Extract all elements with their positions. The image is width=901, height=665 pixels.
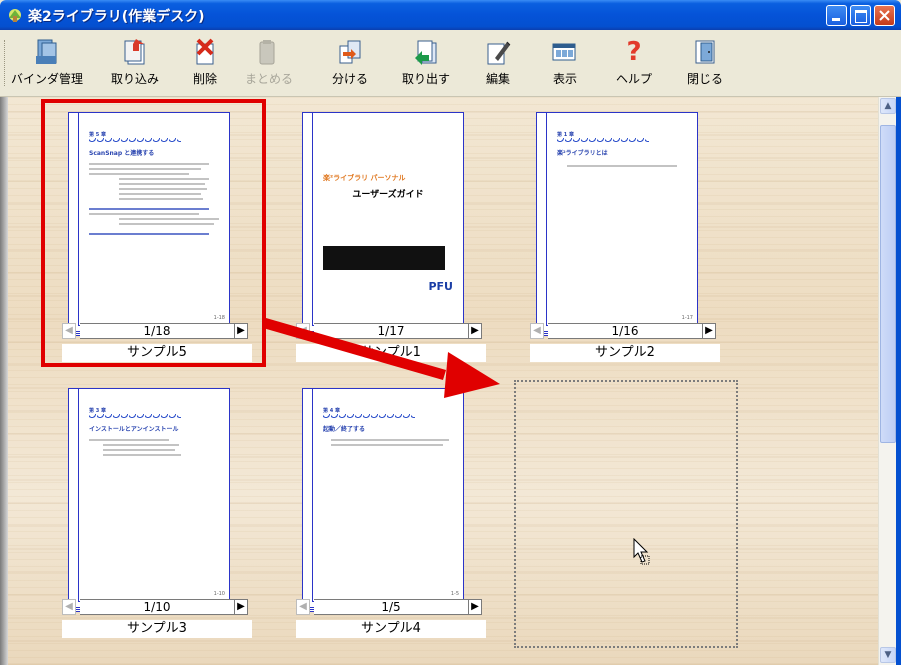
page-indicator: 1/10 bbox=[80, 599, 234, 615]
next-page-button[interactable]: ▶ bbox=[702, 323, 716, 339]
maximize-button[interactable] bbox=[850, 5, 871, 26]
split-icon bbox=[339, 40, 361, 64]
page-navigator: ◀ 1/17 ▶ bbox=[296, 323, 486, 341]
vertical-scrollbar[interactable]: ▲ ▼ bbox=[878, 97, 897, 665]
title-bar[interactable]: 楽2ライブラリ(作業デスク) bbox=[0, 0, 901, 30]
binder-sample4[interactable]: 第 4 章 起動／終了する 1-5 ◀ 1/5 ▶ サンプル4 bbox=[296, 384, 496, 654]
binder-cover-page: 第 3 章 インストールとアンインストール 1-10 bbox=[78, 388, 230, 602]
next-page-button[interactable]: ▶ bbox=[234, 599, 248, 615]
extract-button[interactable]: 取り出す bbox=[400, 38, 452, 90]
binder-cover-page: 第 1 章 楽²ライブラリとは 1-17 bbox=[546, 112, 698, 326]
binder-cover-page: 楽²ライブラリ パーソナル ユーザーズガイド PFU bbox=[312, 112, 464, 326]
binder-name[interactable]: サンプル1 bbox=[296, 344, 486, 362]
scroll-up-button[interactable]: ▲ bbox=[880, 98, 896, 114]
binder-name[interactable]: サンプル2 bbox=[530, 344, 720, 362]
minimize-icon bbox=[832, 18, 840, 21]
merge-button[interactable]: まとめる bbox=[245, 38, 293, 90]
toolbar-grip[interactable] bbox=[4, 40, 8, 86]
page-navigator: ◀ 1/16 ▶ bbox=[530, 323, 720, 341]
edit-button[interactable]: 編集 bbox=[478, 38, 518, 90]
view-icon bbox=[552, 43, 576, 61]
binder-sample3[interactable]: 第 3 章 インストールとアンインストール 1-10 ◀ 1/10 ▶ サンプル… bbox=[62, 384, 262, 654]
delete-button[interactable]: 削除 bbox=[185, 38, 225, 90]
window-border bbox=[896, 97, 901, 665]
split-button[interactable]: 分ける bbox=[330, 38, 370, 90]
prev-page-button[interactable]: ◀ bbox=[530, 323, 544, 339]
workspace-left-edge bbox=[0, 97, 8, 665]
minimize-button[interactable] bbox=[826, 5, 847, 26]
page-navigator: ◀ 1/5 ▶ bbox=[296, 599, 486, 617]
app-logo-icon bbox=[9, 9, 21, 22]
prev-page-button[interactable]: ◀ bbox=[62, 599, 76, 615]
prev-page-button[interactable]: ◀ bbox=[296, 599, 310, 615]
merge-icon bbox=[259, 40, 275, 65]
binder-cover-page: 第 4 章 起動／終了する 1-5 bbox=[312, 388, 464, 602]
close-icon bbox=[879, 10, 890, 21]
cover-brand: PFU bbox=[428, 280, 453, 293]
edit-icon bbox=[487, 41, 511, 65]
page-indicator: 1/5 bbox=[314, 599, 468, 615]
window-title: 楽2ライブラリ(作業デスク) bbox=[28, 9, 205, 25]
cover-title: インストールとアンインストール bbox=[89, 426, 179, 433]
scroll-down-button[interactable]: ▼ bbox=[880, 647, 896, 663]
cover-title: ユーザーズガイド bbox=[352, 190, 424, 200]
toolbar: バインダ管理 取り込み 削除 まとめる 分ける 取り出す 編集 表示 ? ヘルプ… bbox=[0, 30, 901, 97]
next-page-button[interactable]: ▶ bbox=[468, 323, 482, 339]
selection-highlight bbox=[41, 99, 266, 367]
prev-page-button[interactable]: ◀ bbox=[296, 323, 310, 339]
page-indicator: 1/16 bbox=[548, 323, 702, 339]
view-button[interactable]: 表示 bbox=[543, 38, 587, 90]
help-icon: ? bbox=[626, 38, 641, 66]
binder-manage-icon bbox=[36, 39, 57, 64]
page-navigator: ◀ 1/10 ▶ bbox=[62, 599, 252, 617]
import-button[interactable]: 取り込み bbox=[110, 38, 160, 90]
binder-sample2[interactable]: 第 1 章 楽²ライブラリとは 1-17 ◀ 1/16 ▶ サンプル2 bbox=[530, 108, 730, 378]
binder-manage-button[interactable]: バインダ管理 bbox=[10, 38, 84, 90]
binder-name[interactable]: サンプル3 bbox=[62, 620, 252, 638]
maximize-icon bbox=[855, 10, 867, 23]
extract-icon bbox=[415, 40, 437, 65]
binder-sample1[interactable]: 楽²ライブラリ パーソナル ユーザーズガイド PFU ◀ 1/17 ▶ サンプル… bbox=[296, 108, 496, 378]
close-door-icon bbox=[695, 40, 715, 64]
import-icon bbox=[124, 39, 145, 65]
cover-title: 楽²ライブラリとは bbox=[557, 150, 608, 157]
drop-target-placeholder[interactable] bbox=[514, 380, 738, 648]
mouse-cursor-icon bbox=[633, 538, 650, 565]
page-indicator: 1/17 bbox=[314, 323, 468, 339]
close-button[interactable] bbox=[874, 5, 895, 26]
svg-text:?: ? bbox=[626, 38, 641, 66]
next-page-button[interactable]: ▶ bbox=[468, 599, 482, 615]
delete-icon bbox=[196, 38, 214, 65]
close-door-button[interactable]: 閉じる bbox=[685, 38, 725, 90]
binder-name[interactable]: サンプル4 bbox=[296, 620, 486, 638]
scroll-thumb[interactable] bbox=[880, 125, 896, 443]
cover-title: 起動／終了する bbox=[323, 426, 366, 433]
help-button[interactable]: ? ヘルプ bbox=[612, 38, 656, 90]
app-window: 楽2ライブラリ(作業デスク) バインダ管理 取り込み 削除 まとめる 分ける 取… bbox=[0, 0, 901, 665]
